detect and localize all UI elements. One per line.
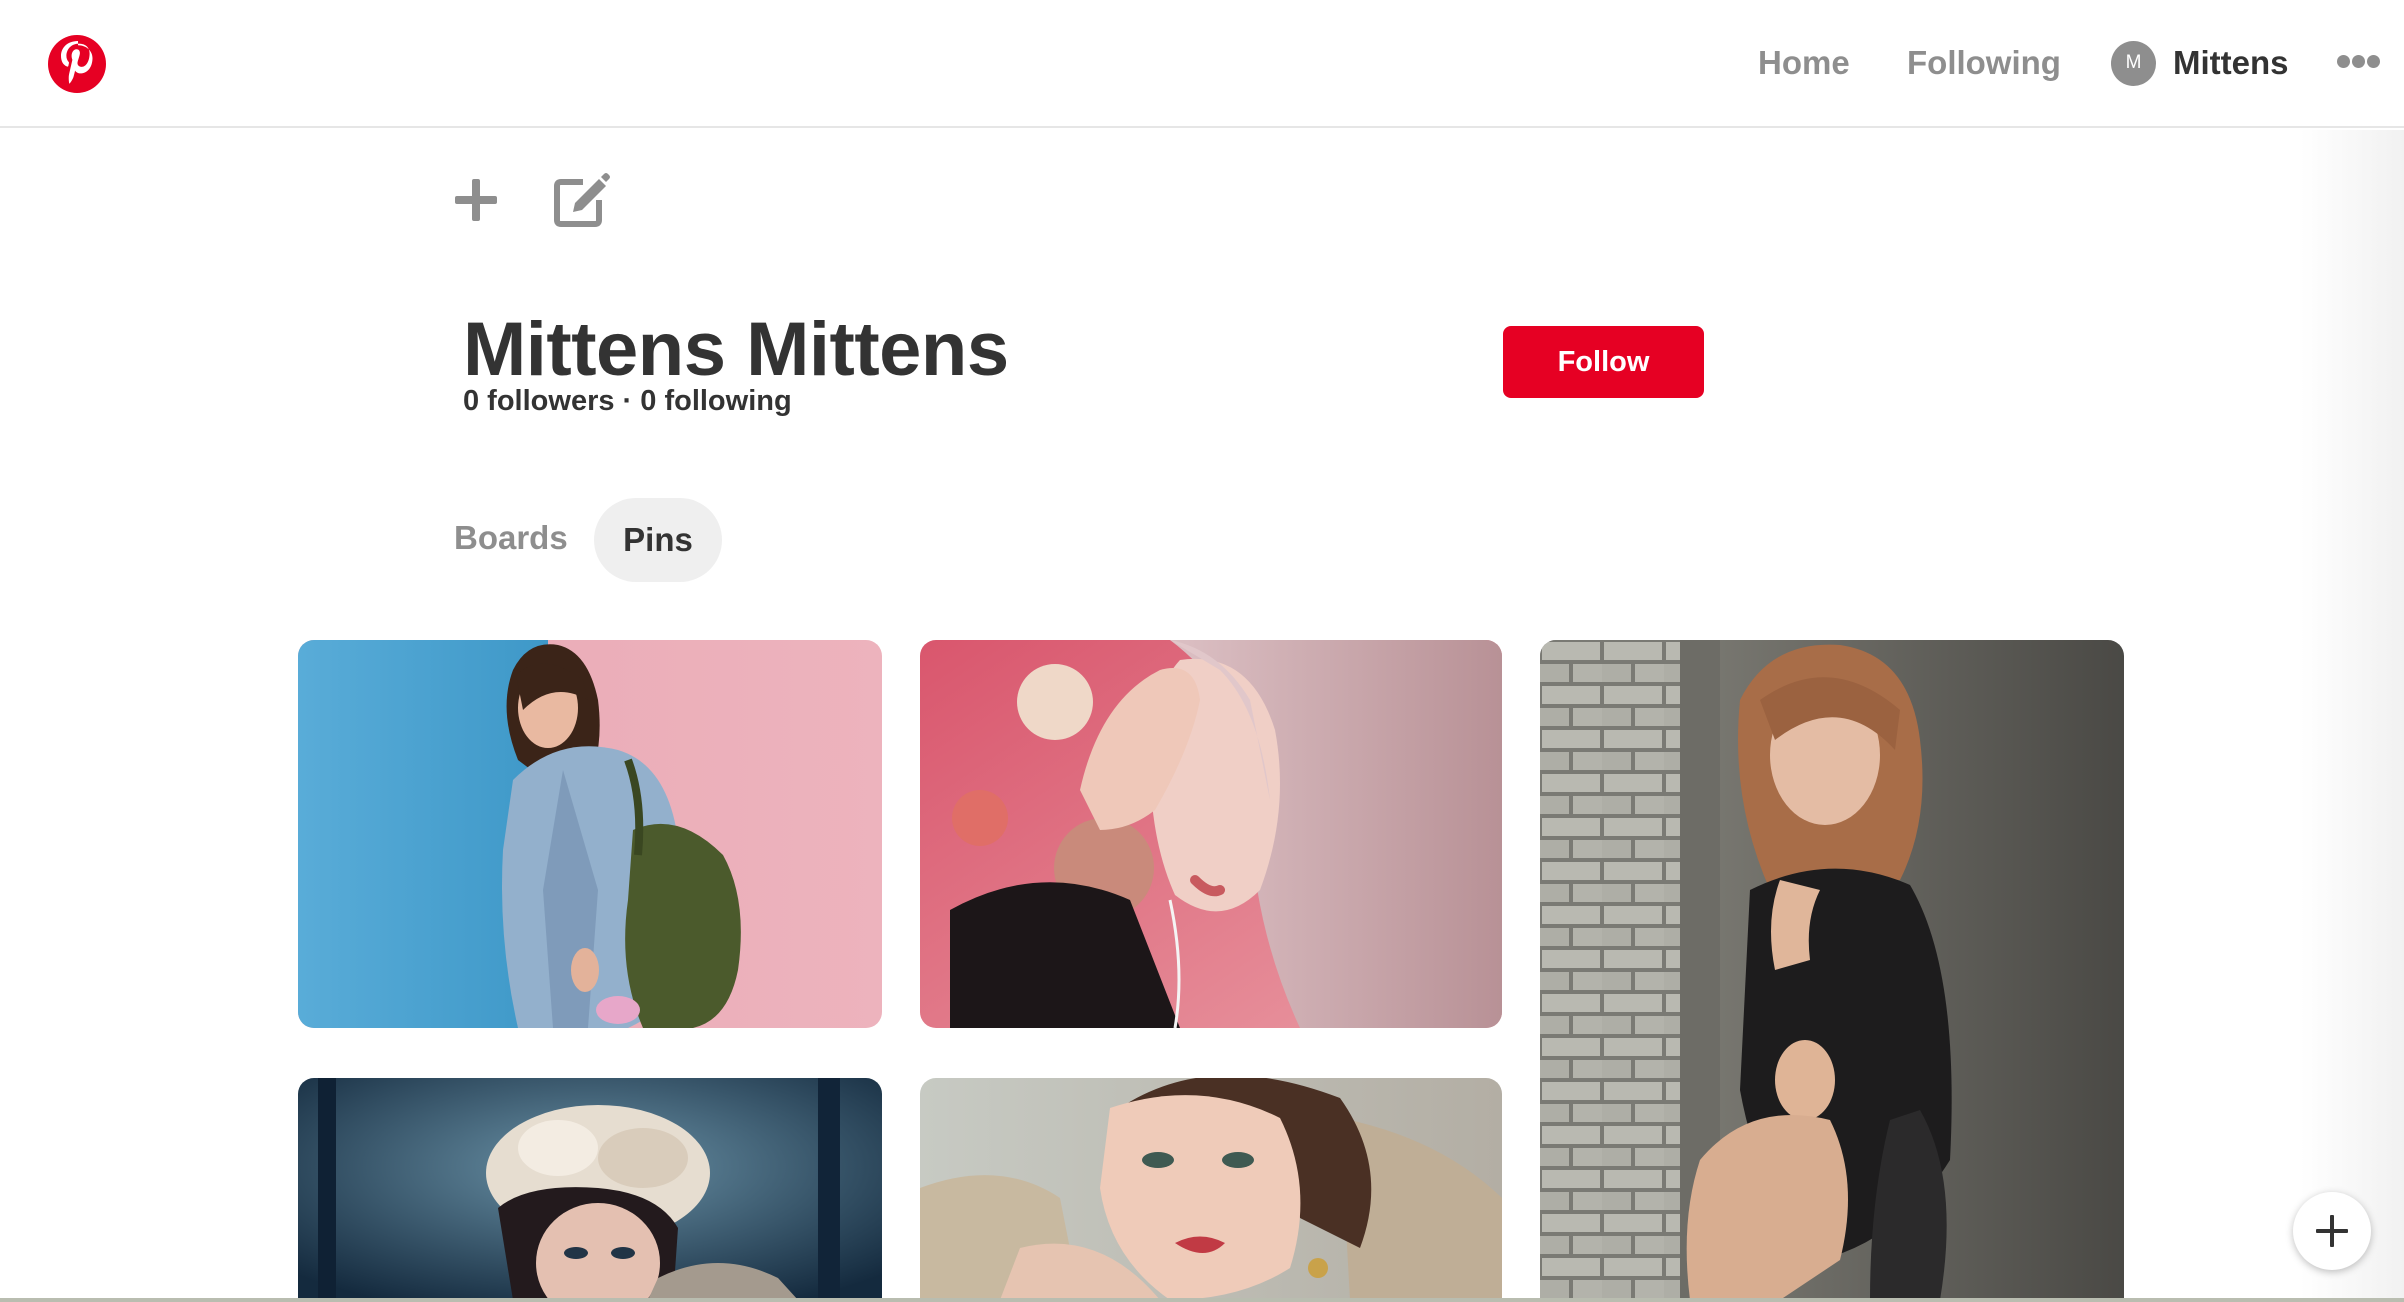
right-edge-fade xyxy=(2300,130,2404,1302)
pin-card[interactable] xyxy=(298,640,882,1028)
profile-name: Mittens Mittens xyxy=(463,307,1009,392)
follow-button[interactable]: Follow xyxy=(1503,326,1704,398)
pin-image xyxy=(920,640,1502,1028)
edit-icon[interactable] xyxy=(553,172,611,228)
pin-image xyxy=(1540,640,2124,1300)
pin-card[interactable] xyxy=(298,1078,882,1300)
profile-follow-stats: 0 followers · 0 following xyxy=(463,385,792,417)
app-root: Home Following M Mittens Mittens Mittens… xyxy=(0,0,2404,1302)
pinterest-logo[interactable] xyxy=(48,35,106,93)
nav-home-link[interactable]: Home xyxy=(1758,40,1850,86)
pin-image xyxy=(920,1078,1502,1300)
tab-boards[interactable]: Boards xyxy=(454,516,568,560)
tab-pins[interactable]: Pins xyxy=(594,498,722,582)
ellipsis-icon[interactable] xyxy=(2337,55,2381,71)
nav-user-name: Mittens xyxy=(2173,44,2289,81)
bottom-divider xyxy=(0,1298,2404,1302)
avatar: M xyxy=(2111,40,2156,86)
pin-image xyxy=(298,1078,882,1300)
nav-following-link[interactable]: Following xyxy=(1907,40,2061,86)
plus-icon xyxy=(2316,1215,2348,1247)
pin-card[interactable] xyxy=(920,640,1502,1028)
top-nav-bar: Home Following M Mittens xyxy=(0,0,2404,128)
nav-profile-link[interactable]: M Mittens xyxy=(2111,40,2289,86)
pin-card[interactable] xyxy=(1540,640,2124,1300)
plus-icon[interactable] xyxy=(452,176,500,224)
pin-image xyxy=(298,640,882,1028)
pin-card[interactable] xyxy=(920,1078,1502,1300)
floating-add-button[interactable] xyxy=(2293,1192,2371,1270)
